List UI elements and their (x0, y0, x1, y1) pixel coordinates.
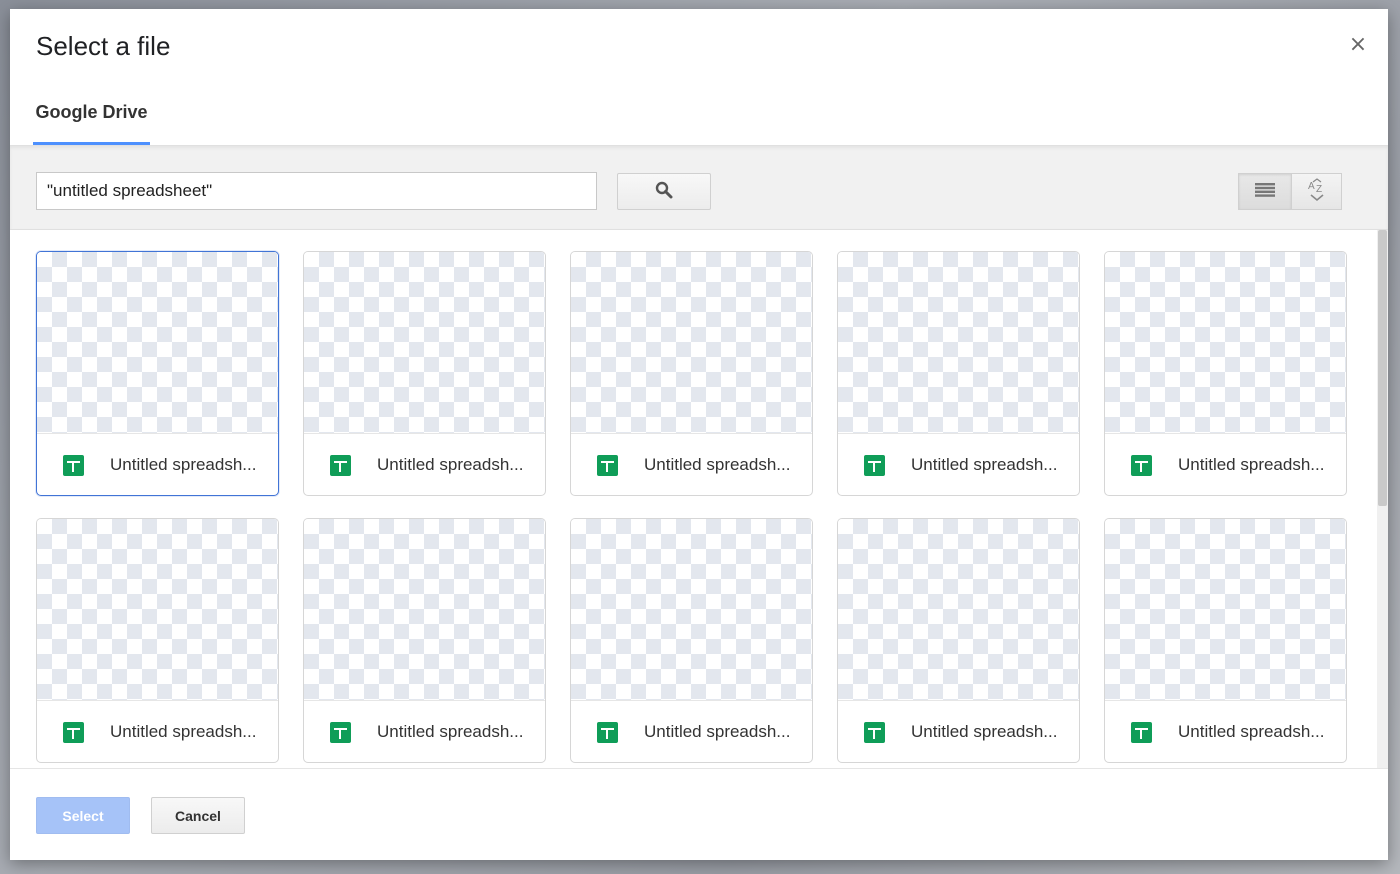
close-button[interactable]: × (1346, 33, 1370, 57)
sheets-icon (597, 454, 618, 476)
search-input[interactable] (36, 172, 597, 210)
list-view-button[interactable] (1238, 173, 1292, 210)
file-card-footer: Untitled spreadsh... (37, 434, 278, 495)
file-thumbnail (571, 519, 812, 701)
scrollbar[interactable] (1377, 230, 1388, 768)
file-thumbnail (838, 252, 1079, 434)
file-grid-area: Untitled spreadsh... Untitled spreadsh...… (10, 230, 1388, 768)
sheets-icon (597, 721, 618, 743)
file-thumbnail (304, 252, 545, 434)
sheets-icon (330, 721, 351, 743)
cancel-button[interactable]: Cancel (151, 797, 245, 834)
file-thumbnail (1105, 252, 1346, 434)
file-name: Untitled spreadsh... (377, 455, 524, 474)
file-thumbnail (37, 519, 278, 701)
file-card[interactable]: Untitled spreadsh... (837, 251, 1080, 496)
search-icon (655, 181, 673, 202)
file-name: Untitled spreadsh... (110, 455, 257, 474)
sheets-icon (63, 454, 84, 476)
sort-button[interactable]: A Z (1292, 173, 1342, 210)
file-thumbnail (1105, 519, 1346, 701)
sheets-icon (864, 454, 885, 476)
file-name: Untitled spreadsh... (911, 722, 1058, 741)
file-card-footer: Untitled spreadsh... (571, 434, 812, 495)
sheets-icon (1131, 454, 1152, 476)
file-card[interactable]: Untitled spreadsh... (36, 251, 279, 496)
file-card[interactable]: Untitled spreadsh... (1104, 251, 1347, 496)
dialog-header: Select a file × Google Drive (10, 9, 1388, 145)
sort-az-icon: A Z (1307, 178, 1327, 205)
dialog-title: Select a file (36, 31, 171, 61)
search-toolbar: A Z (10, 145, 1388, 230)
file-card-footer: Untitled spreadsh... (838, 701, 1079, 762)
file-card[interactable]: Untitled spreadsh... (570, 251, 813, 496)
tab-google-drive[interactable]: Google Drive (33, 89, 150, 145)
view-controls: A Z (1238, 173, 1342, 210)
file-name: Untitled spreadsh... (1178, 722, 1325, 741)
file-thumbnail (37, 252, 278, 434)
file-card-footer: Untitled spreadsh... (304, 434, 545, 495)
list-view-icon (1255, 182, 1275, 201)
file-name: Untitled spreadsh... (1178, 455, 1325, 474)
file-card-footer: Untitled spreadsh... (1105, 701, 1346, 762)
file-thumbnail (838, 519, 1079, 701)
file-card-footer: Untitled spreadsh... (1105, 434, 1346, 495)
file-card[interactable]: Untitled spreadsh... (36, 518, 279, 763)
file-picker-dialog: Select a file × Google Drive "untitled s… (10, 9, 1388, 860)
sheets-icon (330, 454, 351, 476)
scrollbar-thumb[interactable] (1378, 230, 1387, 506)
file-card-footer: Untitled spreadsh... (571, 701, 812, 762)
select-button[interactable]: Select (36, 797, 130, 834)
sheets-icon (864, 721, 885, 743)
file-card-footer: Untitled spreadsh... (304, 701, 545, 762)
file-card-footer: Untitled spreadsh... (37, 701, 278, 762)
file-card[interactable]: Untitled spreadsh... (1104, 518, 1347, 763)
svg-text:A: A (1308, 181, 1315, 192)
sheets-icon (1131, 721, 1152, 743)
file-card[interactable]: Untitled spreadsh... (570, 518, 813, 763)
svg-text:Z: Z (1316, 184, 1322, 195)
file-name: Untitled spreadsh... (110, 722, 257, 741)
file-name: Untitled spreadsh... (644, 455, 791, 474)
file-thumbnail (304, 519, 545, 701)
sheets-icon (63, 721, 84, 743)
file-name: Untitled spreadsh... (377, 722, 524, 741)
file-card[interactable]: Untitled spreadsh... (303, 251, 546, 496)
file-name: Untitled spreadsh... (644, 722, 791, 741)
file-name: Untitled spreadsh... (911, 455, 1058, 474)
file-card[interactable]: Untitled spreadsh... (303, 518, 546, 763)
file-thumbnail (571, 252, 812, 434)
dialog-footer: Select Cancel (10, 768, 1388, 860)
file-grid: Untitled spreadsh... Untitled spreadsh...… (36, 251, 1347, 763)
search-button[interactable] (617, 173, 711, 210)
file-card-footer: Untitled spreadsh... (838, 434, 1079, 495)
file-card[interactable]: Untitled spreadsh... (837, 518, 1080, 763)
